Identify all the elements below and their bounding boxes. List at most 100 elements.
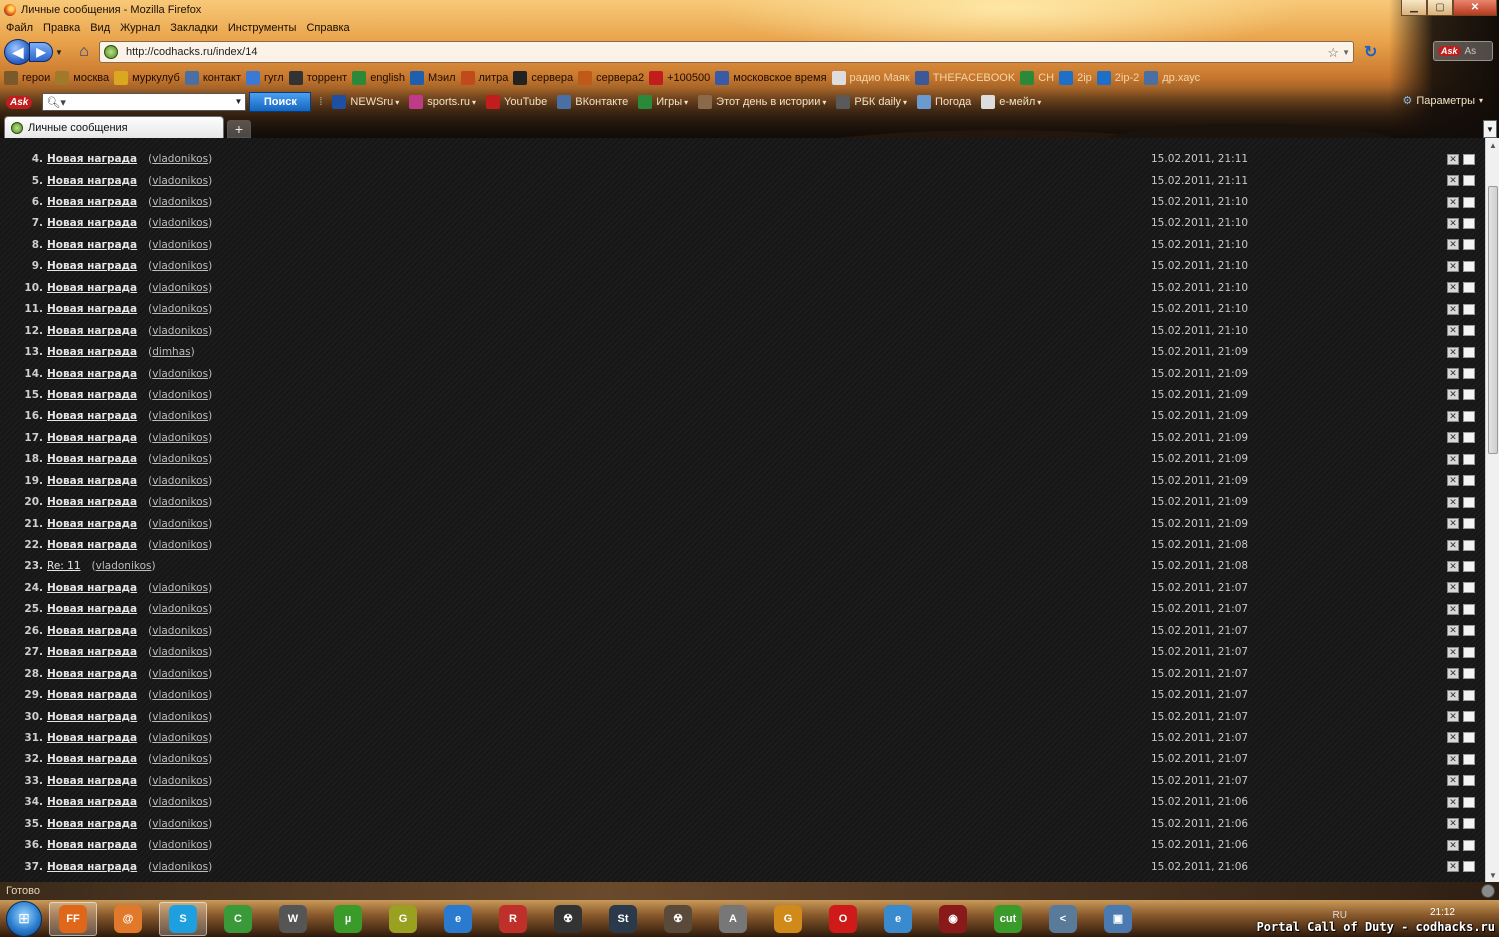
- bookmark-item[interactable]: THEFACEBOOK: [914, 71, 1015, 85]
- author-link[interactable]: vladonikos: [152, 861, 208, 873]
- ask-toolbar-item[interactable]: e-мейл ▾: [981, 95, 1041, 109]
- select-checkbox[interactable]: [1463, 796, 1475, 808]
- message-subject-link[interactable]: Новая награда: [47, 796, 137, 808]
- message-subject-link[interactable]: Новая награда: [47, 711, 137, 723]
- taskbar-button[interactable]: A: [709, 902, 757, 936]
- select-checkbox[interactable]: [1463, 325, 1475, 337]
- chevron-down-icon[interactable]: ▾: [822, 98, 826, 107]
- scroll-thumb[interactable]: [1488, 186, 1498, 454]
- site-identity-icon[interactable]: [104, 45, 118, 59]
- ask-logo[interactable]: Ask: [6, 95, 33, 109]
- chevron-down-icon[interactable]: ▾: [395, 98, 399, 107]
- select-checkbox[interactable]: [1463, 711, 1475, 723]
- delete-icon[interactable]: ✕: [1447, 775, 1459, 787]
- delete-icon[interactable]: ✕: [1447, 796, 1459, 808]
- message-subject-link[interactable]: Новая награда: [47, 518, 137, 530]
- chevron-down-icon[interactable]: ▾: [472, 98, 476, 107]
- taskbar-button[interactable]: @: [104, 902, 152, 936]
- taskbar-button[interactable]: St: [599, 902, 647, 936]
- message-subject-link[interactable]: Новая награда: [47, 668, 137, 680]
- bookmark-item[interactable]: москва: [55, 71, 109, 85]
- ask-toolbar-item[interactable]: sports.ru ▾: [409, 95, 476, 109]
- select-checkbox[interactable]: [1463, 839, 1475, 851]
- delete-icon[interactable]: ✕: [1447, 689, 1459, 701]
- author-link[interactable]: vladonikos: [152, 753, 208, 765]
- menu-edit[interactable]: Правка: [43, 22, 80, 34]
- author-link[interactable]: vladonikos: [152, 153, 208, 165]
- message-subject-link[interactable]: Новая награда: [47, 282, 137, 294]
- delete-icon[interactable]: ✕: [1447, 325, 1459, 337]
- bookmark-item[interactable]: контакт: [184, 71, 241, 85]
- message-subject-link[interactable]: Новая награда: [47, 303, 137, 315]
- forward-button[interactable]: ▶: [29, 42, 53, 62]
- message-subject-link[interactable]: Новая награда: [47, 346, 137, 358]
- select-checkbox[interactable]: [1463, 432, 1475, 444]
- message-subject-link[interactable]: Новая награда: [47, 625, 137, 637]
- bookmark-item[interactable]: 2ip-2: [1096, 71, 1139, 85]
- author-link[interactable]: vladonikos: [152, 196, 208, 208]
- taskbar-button[interactable]: G: [379, 902, 427, 936]
- delete-icon[interactable]: ✕: [1447, 475, 1459, 487]
- select-checkbox[interactable]: [1463, 518, 1475, 530]
- taskbar-button[interactable]: S: [159, 901, 207, 936]
- message-subject-link[interactable]: Новая награда: [47, 839, 137, 851]
- menu-file[interactable]: Файл: [6, 22, 33, 34]
- message-subject-link[interactable]: Новая награда: [47, 239, 137, 251]
- message-subject-link[interactable]: Новая награда: [47, 539, 137, 551]
- bookmark-star-icon[interactable]: ☆: [1327, 45, 1339, 61]
- message-subject-link[interactable]: Новая награда: [47, 818, 137, 830]
- message-subject-link[interactable]: Новая награда: [47, 582, 137, 594]
- select-checkbox[interactable]: [1463, 625, 1475, 637]
- select-checkbox[interactable]: [1463, 818, 1475, 830]
- author-link[interactable]: vladonikos: [152, 217, 208, 229]
- chevron-down-icon[interactable]: ▾: [903, 98, 907, 107]
- author-link[interactable]: vladonikos: [152, 582, 208, 594]
- message-subject-link[interactable]: Новая награда: [47, 432, 137, 444]
- chevron-down-icon[interactable]: ▾: [1037, 98, 1041, 107]
- author-link[interactable]: vladonikos: [152, 775, 208, 787]
- chevron-down-icon[interactable]: ▾: [684, 98, 688, 107]
- delete-icon[interactable]: ✕: [1447, 839, 1459, 851]
- author-link[interactable]: vladonikos: [152, 796, 208, 808]
- menu-view[interactable]: Вид: [90, 22, 110, 34]
- bookmark-item[interactable]: др.хаус: [1144, 71, 1200, 85]
- vertical-scrollbar[interactable]: ▲ ▼: [1485, 138, 1499, 882]
- taskbar-button[interactable]: W: [269, 902, 317, 936]
- close-button[interactable]: ✕: [1453, 0, 1497, 16]
- url-dropdown-icon[interactable]: ▼: [1342, 48, 1350, 57]
- taskbar-button[interactable]: ◉: [929, 902, 977, 936]
- message-subject-link[interactable]: Новая награда: [47, 603, 137, 615]
- author-link[interactable]: vladonikos: [152, 432, 208, 444]
- author-link[interactable]: vladonikos: [152, 282, 208, 294]
- bookmark-item[interactable]: Мэил: [410, 71, 456, 85]
- select-checkbox[interactable]: [1463, 175, 1475, 187]
- author-link[interactable]: vladonikos: [152, 539, 208, 551]
- select-checkbox[interactable]: [1463, 260, 1475, 272]
- ask-engine-icon[interactable]: Ask: [1438, 46, 1461, 56]
- message-subject-link[interactable]: Новая награда: [47, 475, 137, 487]
- message-subject-link[interactable]: Новая награда: [47, 753, 137, 765]
- new-tab-button[interactable]: +: [227, 120, 251, 138]
- bookmark-item[interactable]: московское время: [715, 71, 827, 85]
- menu-help[interactable]: Справка: [306, 22, 349, 34]
- delete-icon[interactable]: ✕: [1447, 732, 1459, 744]
- select-checkbox[interactable]: [1463, 303, 1475, 315]
- select-checkbox[interactable]: [1463, 582, 1475, 594]
- author-link[interactable]: vladonikos: [152, 732, 208, 744]
- delete-icon[interactable]: ✕: [1447, 153, 1459, 165]
- delete-icon[interactable]: ✕: [1447, 453, 1459, 465]
- taskbar-button[interactable]: ☢: [544, 902, 592, 936]
- delete-icon[interactable]: ✕: [1447, 646, 1459, 658]
- ask-toolbar-item[interactable]: Игры ▾: [638, 95, 688, 109]
- menu-history[interactable]: Журнал: [120, 22, 160, 34]
- menu-tools[interactable]: Инструменты: [228, 22, 297, 34]
- clock[interactable]: 21:12: [1430, 907, 1455, 918]
- author-link[interactable]: vladonikos: [152, 239, 208, 251]
- reload-button[interactable]: ↻: [1364, 42, 1377, 62]
- select-checkbox[interactable]: [1463, 560, 1475, 572]
- message-subject-link[interactable]: Новая награда: [47, 217, 137, 229]
- ask-toolbar-item[interactable]: РБК daily ▾: [836, 95, 907, 109]
- taskbar-button[interactable]: C: [214, 902, 262, 936]
- taskbar-button[interactable]: cut: [984, 902, 1032, 936]
- bookmark-item[interactable]: литра: [460, 71, 508, 85]
